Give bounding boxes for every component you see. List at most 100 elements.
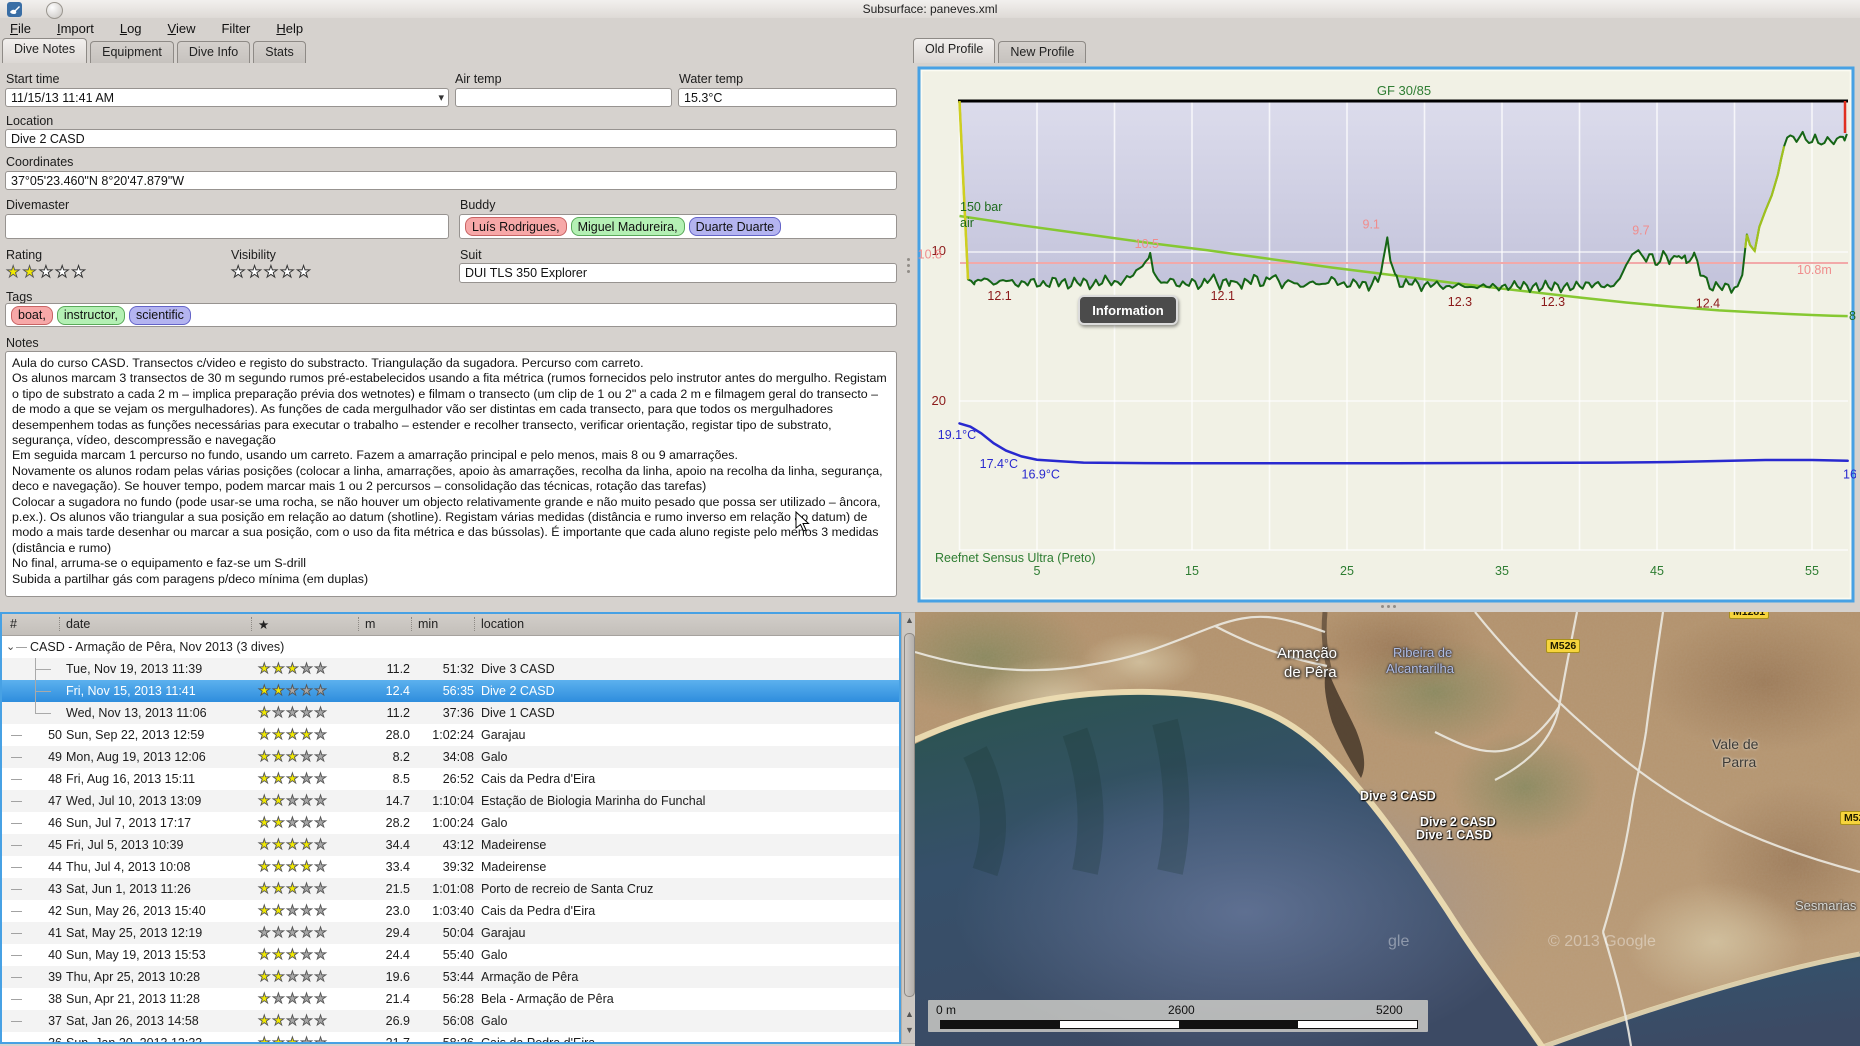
- column-header-min[interactable]: min: [418, 617, 438, 631]
- star-icon: ★: [272, 704, 287, 721]
- dive-location: Dive 3 CASD: [481, 662, 555, 676]
- suit-field[interactable]: DUI TLS 350 Explorer: [459, 263, 897, 283]
- dive-site-map[interactable]: Armação de Pêra Ribeira de Alcantarilha Vale…: [915, 612, 1860, 1046]
- star-icon: ★: [286, 770, 301, 787]
- buddy-field[interactable]: Luís Rodrigues, Miguel Madureira, Duarte D…: [459, 214, 897, 239]
- chevron-down-icon[interactable]: ▾: [438, 91, 444, 104]
- dive-rating: ★★★★★: [258, 748, 328, 765]
- menu-view[interactable]: View: [158, 19, 206, 38]
- scroll-up-icon[interactable]: ▲: [905, 615, 914, 625]
- divemaster-field[interactable]: [5, 214, 449, 239]
- water-temp-field[interactable]: 15.3°C: [678, 88, 897, 107]
- column-header-#[interactable]: #: [10, 617, 17, 631]
- dive-row[interactable]: Wed, Nov 13, 2013 11:06 ★★★★★ 11.2 37:36 Div…: [2, 702, 899, 724]
- star-icon: ★: [314, 704, 329, 721]
- dive-row[interactable]: 41 Sat, May 25, 2013 12:19 ★★★★★ 29.4 50:04 G…: [2, 922, 899, 944]
- menu-import[interactable]: Import: [47, 19, 104, 38]
- dive-location: Cais da Pedra d'Eira: [481, 904, 596, 918]
- column-header-location[interactable]: location: [481, 617, 524, 631]
- svg-text:15: 15: [1185, 564, 1199, 578]
- menu-help[interactable]: Help: [266, 19, 313, 38]
- pill-duarteduarte[interactable]: Duarte Duarte: [688, 217, 782, 236]
- vertical-splitter[interactable]: [907, 258, 910, 273]
- star-icon: ★: [258, 990, 273, 1007]
- dive-row[interactable]: 45 Fri, Jul 5, 2013 10:39 ★★★★★ 34.4 43:12 Ma…: [2, 834, 899, 856]
- column-header-date[interactable]: date: [66, 617, 90, 631]
- star-icon: ★: [286, 902, 301, 919]
- dive-row[interactable]: 43 Sat, Jun 1, 2013 11:26 ★★★★★ 21.5 1:01:08…: [2, 878, 899, 900]
- menu-file[interactable]: File: [0, 19, 41, 38]
- dive-row[interactable]: Tue, Nov 19, 2013 11:39 ★★★★★ 11.2 51:32 Div…: [2, 658, 899, 680]
- dive-list-header[interactable]: # date ★ m min location: [2, 614, 899, 636]
- dive-row[interactable]: 39 Thu, Apr 25, 2013 10:28 ★★★★★ 19.6 53:44 A…: [2, 966, 899, 988]
- star-icon: ★: [272, 924, 287, 941]
- dive-rating: ★★★★★: [258, 836, 328, 853]
- dive-duration: 51:32: [442, 662, 474, 676]
- information-tooltip[interactable]: Information: [1078, 295, 1178, 325]
- dive-row[interactable]: 40 Sun, May 19, 2013 15:53 ★★★★★ 24.4 55:40 G…: [2, 944, 899, 966]
- scale-zero: 0 m: [936, 1003, 957, 1017]
- pill-luísrodrigues[interactable]: Luís Rodrigues,: [465, 217, 567, 236]
- coordinates-field[interactable]: 37°05'23.460"N 8°20'47.879"W: [5, 171, 897, 190]
- air-temp-field[interactable]: [455, 88, 672, 107]
- menu-filter[interactable]: Filter: [211, 19, 260, 38]
- map-label-gle: gle: [1388, 933, 1410, 950]
- title-bar: Subsurface: paneves.xml: [0, 0, 1860, 19]
- svg-text:17.4°C: 17.4°C: [980, 457, 1018, 471]
- start-time-combobox[interactable]: 11/15/13 11:41 AM ▾: [5, 88, 449, 107]
- dive-duration: 1:03:40: [432, 904, 474, 918]
- dive-row[interactable]: 37 Sat, Jan 26, 2013 14:58 ★★★★★ 26.9 56:08 G…: [2, 1010, 899, 1032]
- tags-field[interactable]: boat, instructor, scientific: [5, 303, 897, 327]
- location-field[interactable]: Dive 2 CASD: [5, 129, 897, 148]
- star-icon: ★: [258, 792, 273, 809]
- pill-instructor[interactable]: instructor,: [56, 305, 125, 325]
- tab-new-profile[interactable]: New Profile: [998, 41, 1087, 63]
- dive-row[interactable]: 42 Sun, May 26, 2013 15:40 ★★★★★ 23.0 1:03:4…: [2, 900, 899, 922]
- dive-row[interactable]: 49 Mon, Aug 19, 2013 12:06 ★★★★★ 8.2 34:08 Ga…: [2, 746, 899, 768]
- column-header-m[interactable]: m: [365, 617, 375, 631]
- dive-duration: 1:00:24: [432, 816, 474, 830]
- pill-boat[interactable]: boat,: [11, 305, 53, 325]
- dive-location: Galo: [481, 1014, 508, 1028]
- scroll-up2-icon[interactable]: ▲: [905, 1009, 914, 1019]
- tab-stats[interactable]: Stats: [253, 41, 306, 63]
- star-icon: ★: [314, 792, 329, 809]
- dive-list[interactable]: # date ★ m min location ⌄ CASD - Armação de Pê…: [0, 612, 901, 1044]
- tab-equipment[interactable]: Equipment: [90, 41, 174, 63]
- notes-textarea[interactable]: Aula do curso CASD. Transectos c/video e…: [5, 351, 897, 597]
- dive-profile-chart[interactable]: GF 30/85 10 20 5 15 25 35 45 55 Reefnet Sensus Ul…: [917, 64, 1860, 604]
- dive-row[interactable]: 36 Sun, Jan 20, 2013 12:33 ★★★★★ 21.7 58:36 C…: [2, 1032, 899, 1044]
- map-label-parra: Parra: [1722, 754, 1757, 770]
- tab-dive-info[interactable]: Dive Info: [176, 41, 251, 63]
- scroll-down-icon[interactable]: ▼: [905, 1025, 914, 1035]
- horizontal-splitter[interactable]: [917, 602, 1860, 612]
- scale-track: [940, 1020, 1418, 1029]
- star-icon: ★: [38, 264, 56, 282]
- pill-miguelmadureira[interactable]: Miguel Madureira,: [570, 217, 685, 236]
- svg-text:25: 25: [1340, 564, 1354, 578]
- pill-scientific[interactable]: scientific: [129, 305, 191, 325]
- rating-stars[interactable]: ★★★★★: [6, 262, 88, 282]
- dive-duration: 53:44: [442, 970, 474, 984]
- visibility-stars[interactable]: ★★★★★: [230, 262, 313, 282]
- scrollbar-thumb[interactable]: [904, 633, 915, 997]
- dive-row[interactable]: 46 Sun, Jul 7, 2013 17:17 ★★★★★ 28.2 1:00:24…: [2, 812, 899, 834]
- dive-row[interactable]: 48 Fri, Aug 16, 2013 15:11 ★★★★★ 8.5 26:52 Ca…: [2, 768, 899, 790]
- menu-log[interactable]: Log: [110, 19, 152, 38]
- dive-number: 40: [48, 948, 62, 962]
- buddy-label: Buddy: [460, 198, 496, 212]
- tab-dive-notes[interactable]: Dive Notes: [2, 38, 88, 63]
- tab-old-profile[interactable]: Old Profile: [913, 38, 996, 63]
- dive-row[interactable]: 47 Wed, Jul 10, 2013 13:09 ★★★★★ 14.7 1:10:0…: [2, 790, 899, 812]
- star-icon: ★: [300, 836, 315, 853]
- dive-row[interactable]: 38 Sun, Apr 21, 2013 11:28 ★★★★★ 21.4 56:28 B…: [2, 988, 899, 1010]
- collapse-icon[interactable]: ⌄: [6, 640, 15, 653]
- column-header-★[interactable]: ★: [258, 617, 269, 632]
- dive-list-scrollbar[interactable]: ▲ ▲ ▼: [901, 612, 916, 1044]
- dive-row[interactable]: Fri, Nov 15, 2013 11:41 ★★★★★ 12.4 56:35 Div…: [2, 680, 899, 702]
- dive-row[interactable]: 50 Sun, Sep 22, 2013 12:59 ★★★★★ 28.0 1:02:2…: [2, 724, 899, 746]
- star-icon: ★: [258, 1034, 273, 1044]
- trip-row[interactable]: ⌄ CASD - Armação de Pêra, Nov 2013 (3 div…: [2, 636, 899, 658]
- star-icon: ★: [258, 660, 273, 677]
- dive-row[interactable]: 44 Thu, Jul 4, 2013 10:08 ★★★★★ 33.4 39:32 Ma…: [2, 856, 899, 878]
